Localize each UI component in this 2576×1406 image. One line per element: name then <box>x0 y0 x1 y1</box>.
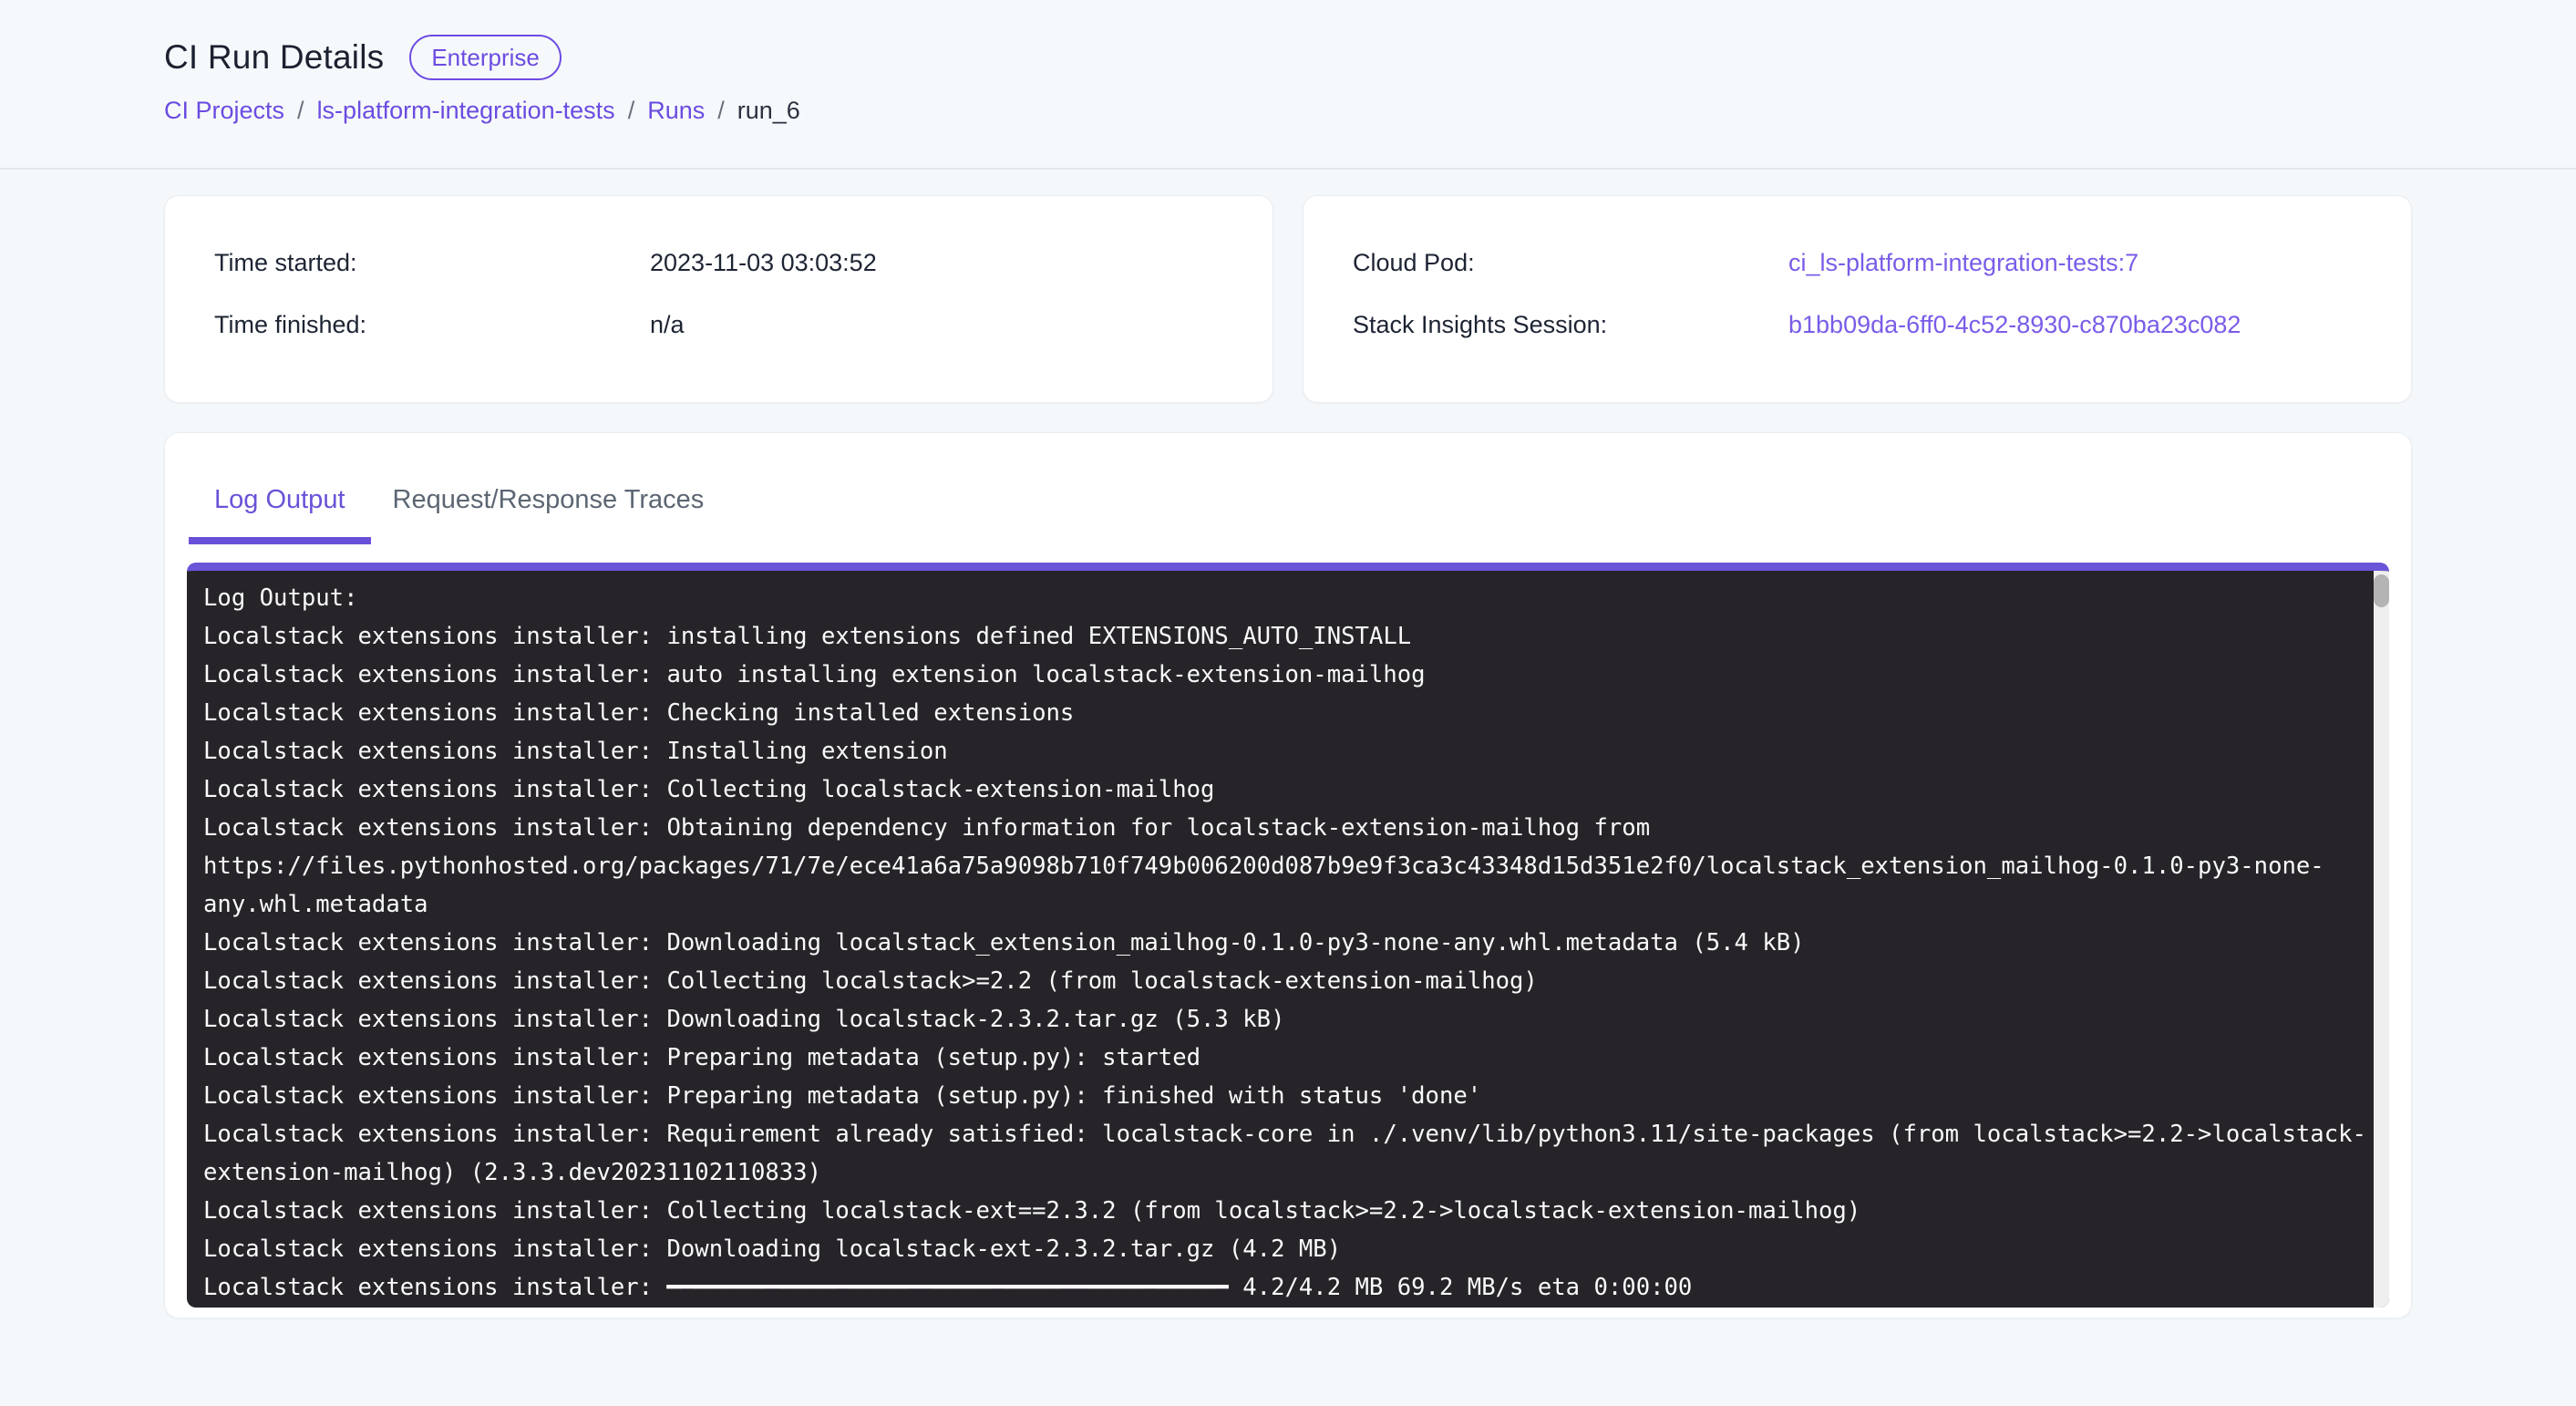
title-row: CI Run Details Enterprise <box>164 35 2412 80</box>
main-content: Time started: 2023-11-03 03:03:52 Time f… <box>0 170 2576 1318</box>
links-info-card: Cloud Pod: ci_ls-platform-integration-te… <box>1303 195 2412 403</box>
log-line: Localstack extensions installer: Prepari… <box>203 1077 2353 1115</box>
tab-request-response-traces-label: Request/Response Traces <box>393 485 705 515</box>
log-line: Localstack extensions installer: ━━━━━━━… <box>203 1268 2353 1307</box>
tab-log-output[interactable]: Log Output <box>189 455 371 544</box>
log-line: Localstack extensions installer: Require… <box>203 1115 2353 1153</box>
log-line: Localstack extensions installer: Downloa… <box>203 924 2353 962</box>
log-line: Localstack extensions installer: Collect… <box>203 1192 2353 1230</box>
time-started-label: Time started: <box>214 247 650 278</box>
log-output-terminal[interactable]: Log Output: Localstack extensions instal… <box>187 563 2389 1308</box>
log-line: Localstack extensions installer: Collect… <box>203 770 2353 809</box>
summary-cards-row: Time started: 2023-11-03 03:03:52 Time f… <box>164 195 2412 403</box>
enterprise-badge: Enterprise <box>409 35 562 80</box>
time-started-row: Time started: 2023-11-03 03:03:52 <box>214 247 1223 278</box>
log-line: Localstack extensions installer: Install… <box>203 732 2353 770</box>
log-card: Log Output Request/Response Traces Log O… <box>164 432 2412 1318</box>
cloud-pod-label: Cloud Pod: <box>1353 247 1788 278</box>
log-line: Localstack extensions installer: Downloa… <box>203 1230 2353 1268</box>
tab-log-output-label: Log Output <box>214 485 345 515</box>
terminal-lines: Log Output: Localstack extensions instal… <box>187 571 2389 1307</box>
stack-insights-session-row: Stack Insights Session: b1bb09da-6ff0-4c… <box>1353 309 2362 340</box>
breadcrumb-separator: / <box>717 95 725 126</box>
time-finished-label: Time finished: <box>214 309 650 340</box>
log-line: https://files.pythonhosted.org/packages/… <box>203 847 2353 885</box>
cloud-pod-link[interactable]: ci_ls-platform-integration-tests:7 <box>1788 247 2138 278</box>
log-line: Log Output: <box>203 579 2353 617</box>
log-line: Localstack extensions installer: Checkin… <box>203 694 2353 732</box>
tabs-row: Log Output Request/Response Traces <box>187 455 2389 544</box>
breadcrumb-separator: / <box>297 95 304 126</box>
page-header: CI Run Details Enterprise CI Projects / … <box>0 0 2576 170</box>
time-finished-value: n/a <box>650 309 685 340</box>
cloud-pod-row: Cloud Pod: ci_ls-platform-integration-te… <box>1353 247 2362 278</box>
log-line: Localstack extensions installer: Collect… <box>203 962 2353 1000</box>
terminal-scrollbar-thumb[interactable] <box>2374 574 2389 607</box>
time-info-card: Time started: 2023-11-03 03:03:52 Time f… <box>164 195 1273 403</box>
time-finished-row: Time finished: n/a <box>214 309 1223 340</box>
time-started-value: 2023-11-03 03:03:52 <box>650 247 877 278</box>
active-tab-indicator <box>189 537 371 544</box>
log-line: Localstack extensions installer: Downloa… <box>203 1000 2353 1039</box>
tab-request-response-traces[interactable]: Request/Response Traces <box>371 455 726 544</box>
breadcrumb-current-run: run_6 <box>737 95 800 126</box>
page-title: CI Run Details <box>164 36 384 78</box>
log-line: Localstack extensions installer: auto in… <box>203 656 2353 694</box>
breadcrumb-separator: / <box>628 95 635 126</box>
terminal-scrollbar-track[interactable] <box>2374 571 2389 1308</box>
log-line: Localstack extensions installer: Obtaini… <box>203 809 2353 847</box>
breadcrumb-project[interactable]: ls-platform-integration-tests <box>317 95 615 126</box>
breadcrumb-runs[interactable]: Runs <box>647 95 705 126</box>
log-line: Localstack extensions installer: install… <box>203 617 2353 656</box>
breadcrumb: CI Projects / ls-platform-integration-te… <box>164 95 2412 126</box>
stack-insights-session-link[interactable]: b1bb09da-6ff0-4c52-8930-c870ba23c082 <box>1788 309 2241 340</box>
stack-insights-session-label: Stack Insights Session: <box>1353 309 1788 340</box>
breadcrumb-ci-projects[interactable]: CI Projects <box>164 95 284 126</box>
log-line: Localstack extensions installer: Prepari… <box>203 1039 2353 1077</box>
log-line: extension-mailhog) (2.3.3.dev20231102110… <box>203 1153 2353 1192</box>
log-line: any.whl.metadata <box>203 885 2353 924</box>
